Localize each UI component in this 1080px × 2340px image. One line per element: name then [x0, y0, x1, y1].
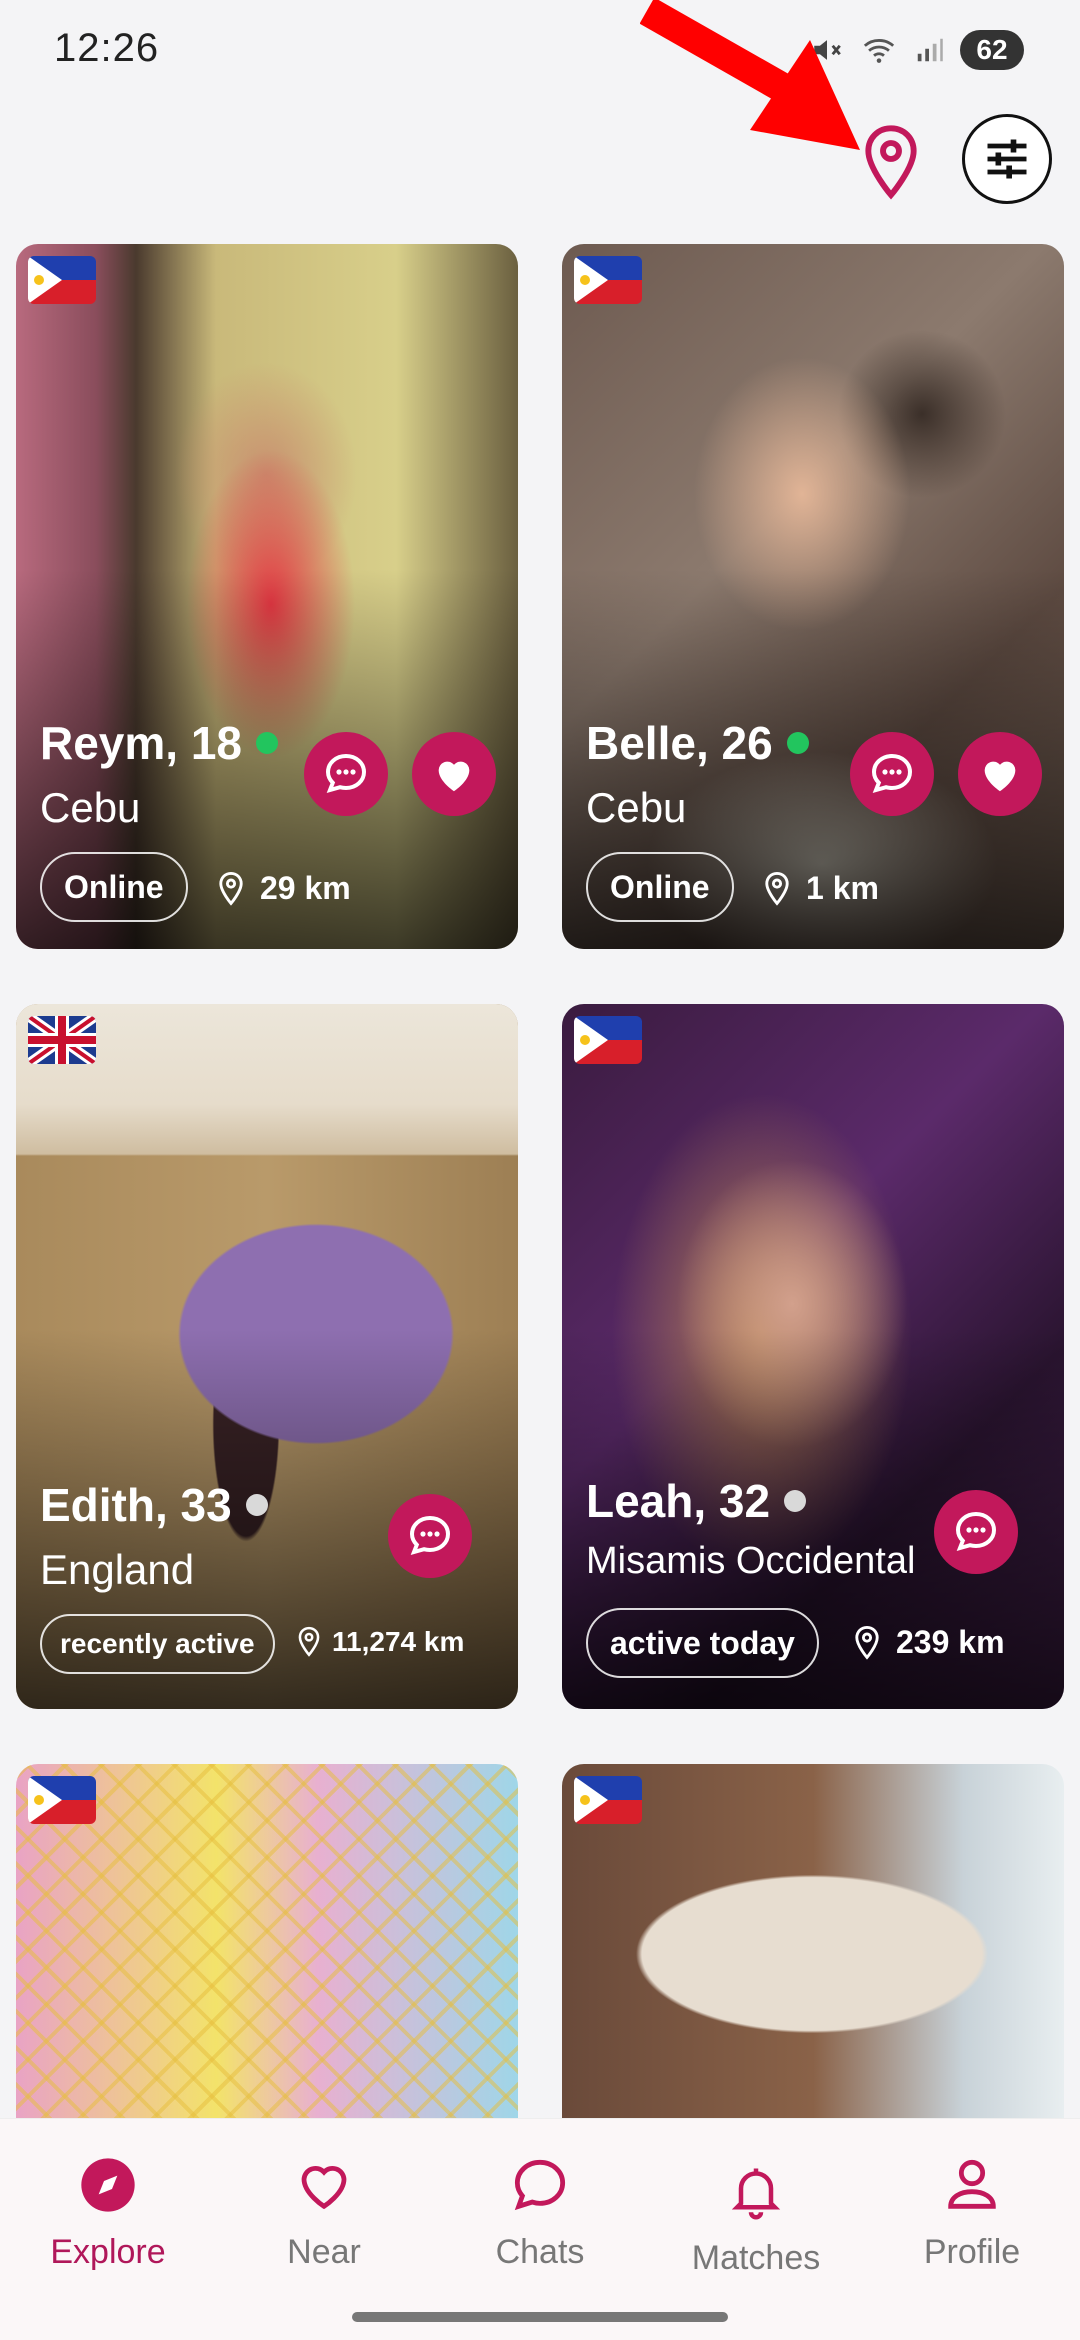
online-indicator [786, 732, 809, 754]
chat-button[interactable] [304, 732, 388, 816]
nav-near[interactable]: Near [224, 2153, 424, 2272]
heart-icon [984, 761, 1016, 792]
home-indicator[interactable] [352, 2312, 728, 2322]
profile-name-age: Belle, 26 [586, 717, 773, 769]
heart-icon [438, 761, 470, 792]
chat-bubble-icon [325, 753, 367, 794]
profile-city: England [40, 1546, 195, 1593]
nav-label: Chats [495, 2233, 585, 2271]
offline-indicator [784, 1490, 807, 1512]
profile-card-belle[interactable]: Belle, 26 Cebu Online 1 km [562, 244, 1064, 949]
nav-explore[interactable]: Explore [8, 2153, 208, 2272]
nav-label: Explore [50, 2233, 166, 2271]
distance-info: 29 km [216, 870, 351, 907]
location-pin-icon [855, 1625, 879, 1660]
bell-icon [731, 2168, 781, 2220]
name-row: Edith, 33 [40, 1478, 268, 1532]
location-button[interactable] [855, 118, 927, 208]
filter-button[interactable] [962, 114, 1052, 204]
distance-info: 11,274 km [296, 1626, 464, 1658]
profile-card-partial[interactable] [562, 1764, 1064, 2124]
distance-info: 239 km [852, 1624, 1005, 1661]
activity-status-badge: active today [586, 1608, 819, 1678]
flag-philippines-icon [574, 1016, 642, 1064]
profile-name-age: Leah, 32 [586, 1475, 771, 1527]
nav-label: Matches [691, 2239, 821, 2277]
distance-label: 1 km [806, 870, 879, 906]
flag-philippines-icon [28, 1776, 96, 1824]
profile-card-leah[interactable]: Leah, 32 Misamis Occidental active today… [562, 1004, 1064, 1709]
name-row: Belle, 26 [586, 716, 809, 770]
activity-status-badge: recently active [40, 1614, 275, 1674]
location-pin-icon [298, 1626, 320, 1657]
screen: 12:26 62 Reym, 18 Cebu Online 29 km Bell… [0, 0, 1080, 2340]
status-time: 12:26 [54, 26, 160, 70]
profile-card-edith[interactable]: Edith, 33 England recently active 11,274… [16, 1004, 518, 1709]
profile-card-partial[interactable] [16, 1764, 518, 2124]
sliders-icon [987, 139, 1027, 179]
map-pin-icon [865, 125, 917, 200]
nav-label: Near [287, 2233, 361, 2271]
name-row: Leah, 32 [586, 1474, 807, 1528]
chat-bubble-icon [871, 753, 913, 794]
status-bar: 12:26 62 [0, 0, 1080, 100]
chat-button[interactable] [850, 732, 934, 816]
nav-chats[interactable]: Chats [440, 2153, 640, 2272]
profile-city: Cebu [40, 784, 141, 831]
profile-city: Cebu [586, 784, 687, 831]
chat-bubble-icon [409, 1515, 451, 1556]
chat-bubble-icon [955, 1511, 997, 1552]
profile-name-age: Edith, 33 [40, 1479, 232, 1531]
distance-label: 29 km [260, 870, 351, 906]
chat-button[interactable] [388, 1494, 472, 1578]
activity-status-badge: Online [586, 852, 734, 922]
distance-label: 11,274 km [332, 1626, 465, 1657]
flag-uk-icon [28, 1016, 96, 1064]
like-button[interactable] [958, 732, 1042, 816]
flag-philippines-icon [28, 256, 96, 304]
nav-label: Profile [923, 2233, 1021, 2271]
chat-button[interactable] [934, 1490, 1018, 1574]
nav-profile[interactable]: Profile [872, 2153, 1072, 2272]
profile-name-age: Reym, 18 [40, 717, 243, 769]
flag-philippines-icon [574, 1776, 642, 1824]
offline-indicator [245, 1494, 268, 1516]
person-icon [948, 2159, 996, 2209]
battery-indicator: 62 [960, 30, 1024, 70]
location-pin-icon [219, 871, 243, 906]
like-button[interactable] [412, 732, 496, 816]
online-indicator [256, 732, 279, 754]
activity-status-badge: Online [40, 852, 188, 922]
flag-philippines-icon [574, 256, 642, 304]
distance-label: 239 km [896, 1624, 1005, 1660]
chat-bubble-icon [514, 2159, 566, 2211]
distance-info: 1 km [762, 870, 879, 907]
location-pin-icon [765, 871, 789, 906]
profile-city: Misamis Occidental [586, 1540, 916, 1582]
heart-icon [301, 2166, 347, 2210]
profile-card-reym[interactable]: Reym, 18 Cebu Online 29 km [16, 244, 518, 949]
bottom-navigation: Explore Near Chats Matches Profile [0, 2118, 1080, 2340]
signal-icon [917, 38, 943, 62]
compass-icon [81, 2158, 135, 2212]
name-row: Reym, 18 [40, 716, 279, 770]
nav-matches[interactable]: Matches [656, 2159, 856, 2278]
